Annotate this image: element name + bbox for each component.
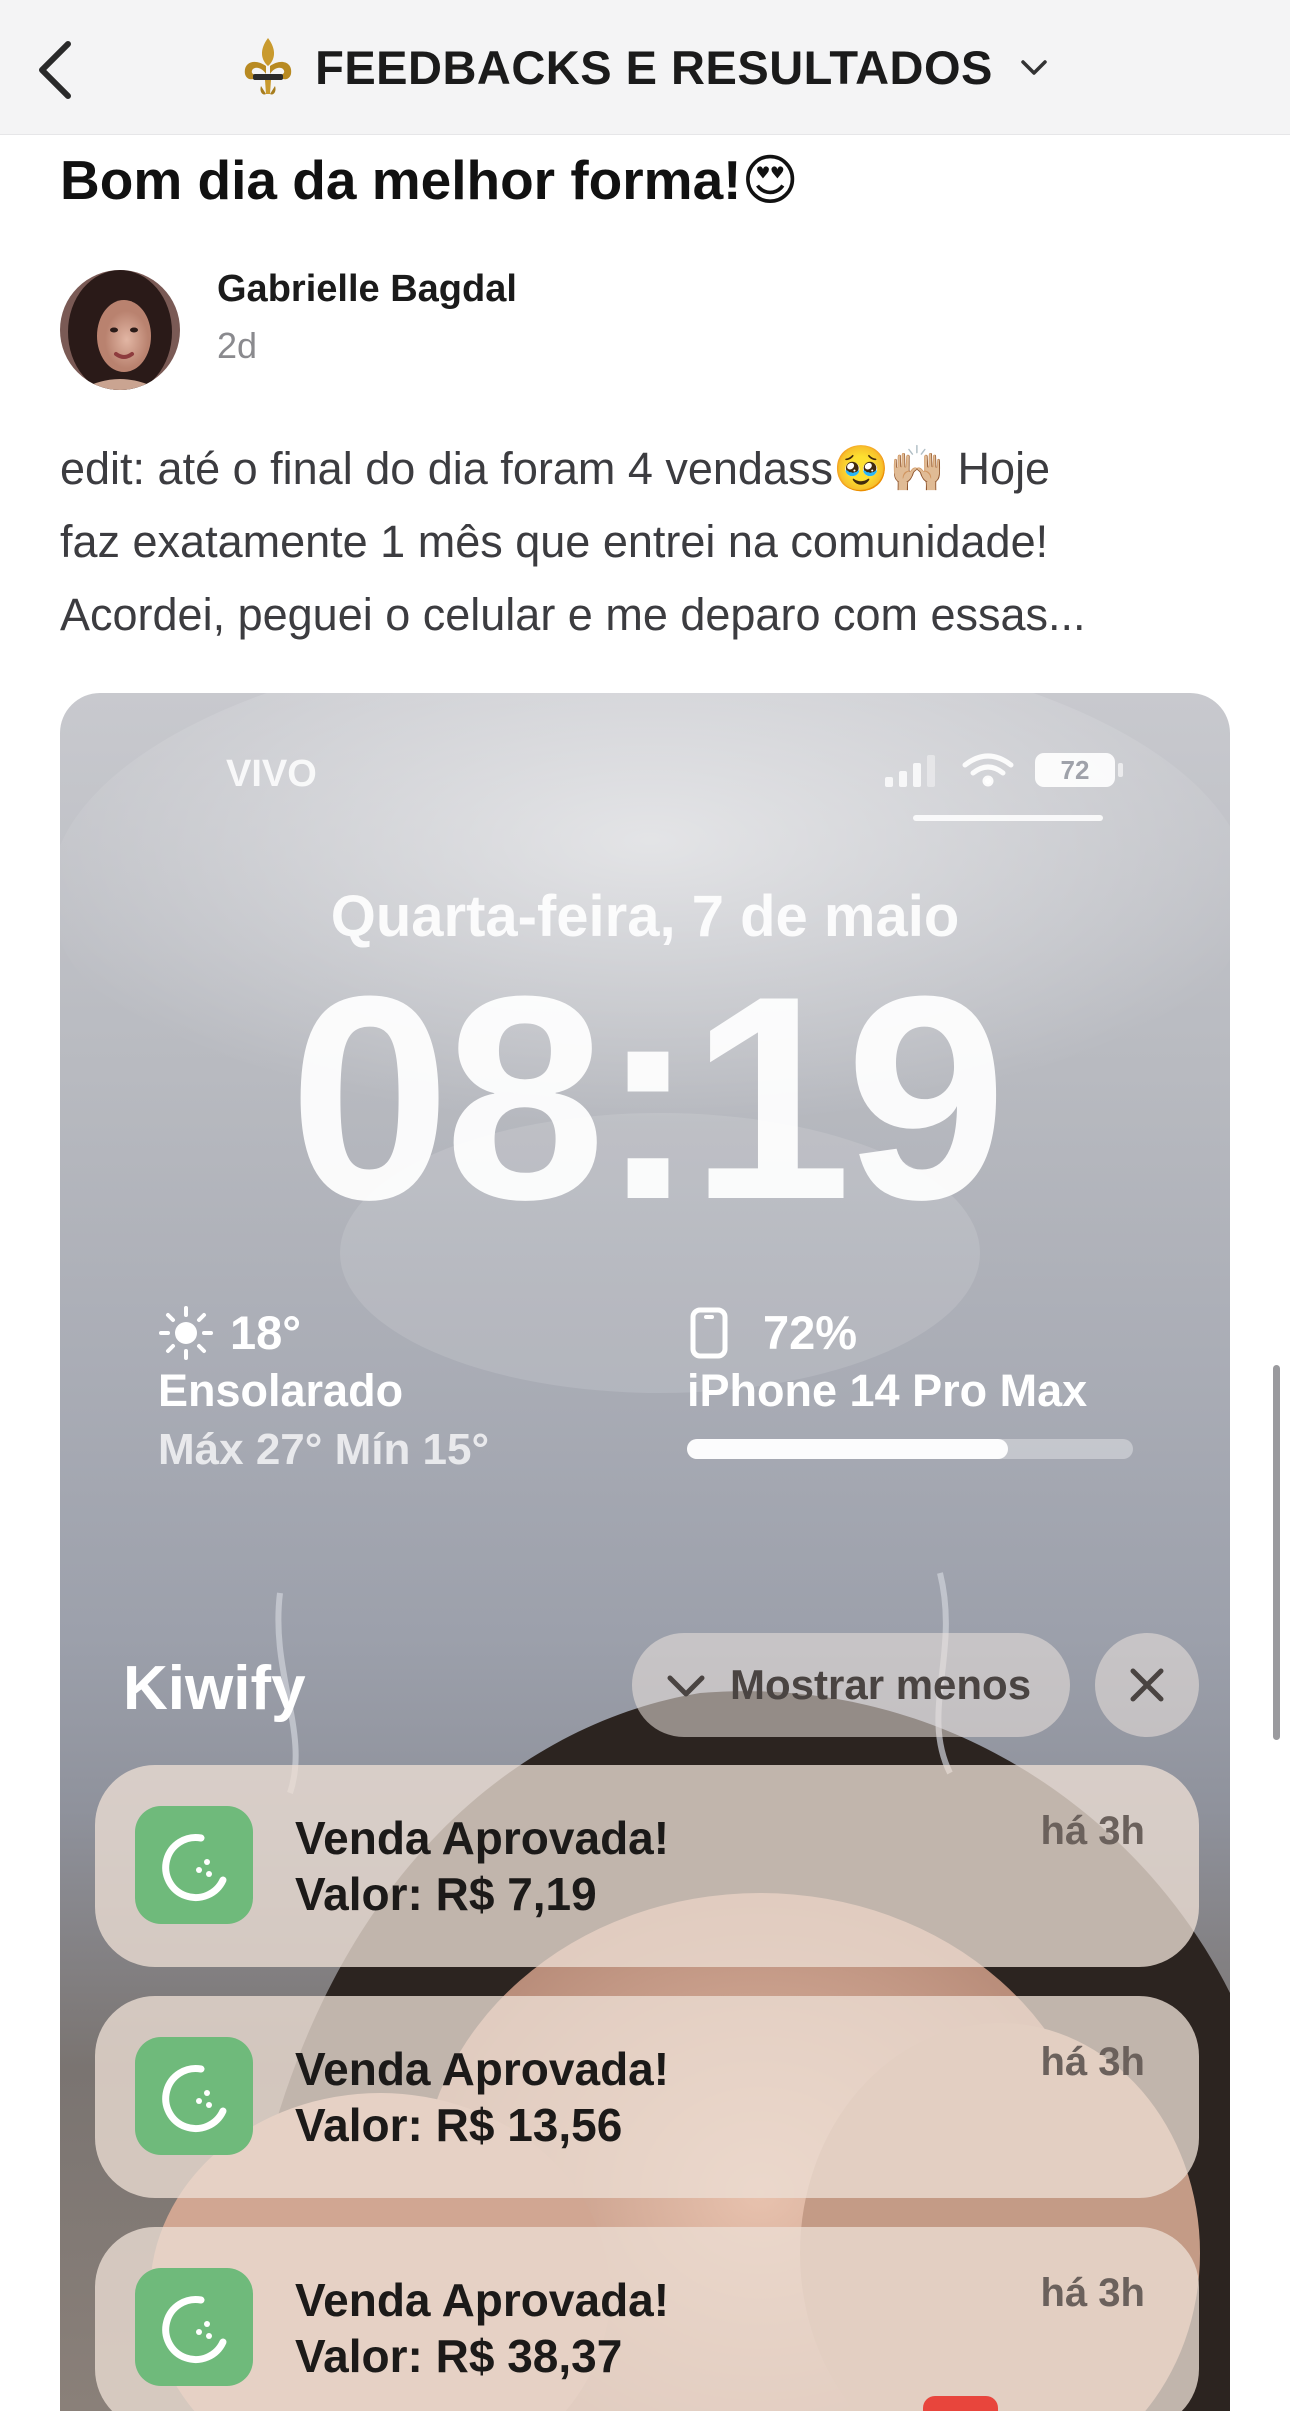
post-image[interactable]: VIVO 72 Quarta-feira, 7 de maio 08:19 18… — [60, 693, 1230, 2411]
kiwify-app-icon — [135, 1806, 253, 1924]
close-icon — [1130, 1668, 1164, 1702]
phone-icon — [690, 1307, 728, 1359]
device-name: iPhone 14 Pro Max — [687, 1365, 1088, 1416]
weather-condition: Ensolarado — [158, 1365, 404, 1416]
chevron-down-icon — [667, 1675, 705, 1697]
chevron-down-icon — [1021, 60, 1047, 75]
notification-title: Venda Aprovada! — [295, 2274, 670, 2326]
notification-value: Valor: R$ 13,56 — [295, 2099, 623, 2151]
signal-icon — [885, 755, 935, 787]
author-name[interactable]: Gabrielle Bagdal — [217, 268, 517, 311]
post-body-line: Acordei, peguei o celular e me deparo co… — [60, 589, 1086, 640]
show-less-label: Mostrar menos — [730, 1661, 1032, 1708]
avatar[interactable] — [60, 270, 180, 390]
avatar-photo — [60, 270, 180, 390]
wifi-icon — [962, 753, 1014, 787]
weather-max-min: Máx 27° Mín 15° — [158, 1425, 490, 1474]
top-nav-bar: FEEDBACKS E RESULTADOS — [0, 0, 1290, 135]
battery-icon: 72 — [1035, 753, 1123, 787]
fleur-de-lis-icon — [244, 38, 292, 95]
battery-level-fill — [687, 1439, 1009, 1459]
notification-card[interactable]: Venda Aprovada! Valor: R$ 38,37 há 3h — [95, 2227, 1199, 2411]
post-body-line: faz exatamente 1 mês que entrei na comun… — [60, 516, 1049, 567]
post-body[interactable]: edit: até o final do dia foram 4 vendass… — [60, 432, 1240, 651]
notification-time: há 3h — [1040, 2271, 1145, 2315]
battery-badge-text: 72 — [1061, 755, 1090, 785]
post-title: Bom dia da melhor forma!😍 — [60, 149, 799, 211]
notification-card[interactable]: Venda Aprovada! Valor: R$ 13,56 há 3h — [95, 1996, 1199, 2198]
notification-value: Valor: R$ 7,19 — [295, 1868, 597, 1920]
weather-temp: 18° — [230, 1306, 302, 1359]
post-time: 2d — [217, 325, 258, 366]
post-body-line: edit: até o final do dia foram 4 vendass… — [60, 443, 1051, 494]
kiwify-app-icon — [135, 2037, 253, 2155]
community-switcher[interactable]: FEEDBACKS E RESULTADOS — [0, 30, 1290, 104]
notification-title: Venda Aprovada! — [295, 1812, 670, 1864]
sun-icon — [159, 1306, 213, 1360]
notification-title: Venda Aprovada! — [295, 2043, 670, 2095]
floating-action-peek[interactable] — [923, 2396, 998, 2411]
lock-clock: 08:19 — [289, 936, 1007, 1260]
notification-group-app: Kiwify — [123, 1654, 306, 1723]
carrier-label: VIVO — [226, 753, 317, 795]
community-title: FEEDBACKS E RESULTADOS — [315, 40, 993, 94]
notification-value: Valor: R$ 38,37 — [295, 2330, 623, 2382]
status-icons: 72 — [885, 753, 1123, 787]
scrollbar[interactable] — [1273, 1365, 1280, 1740]
notification-time: há 3h — [1040, 2040, 1145, 2084]
show-less-button[interactable]: Mostrar menos — [632, 1633, 1070, 1737]
control-center-indicator — [913, 815, 1103, 821]
close-notifications-button[interactable] — [1095, 1633, 1199, 1737]
notification-time: há 3h — [1040, 1809, 1145, 1853]
kiwify-app-icon — [135, 2268, 253, 2386]
notification-card[interactable]: Venda Aprovada! Valor: R$ 7,19 há 3h — [95, 1765, 1199, 1967]
battery-level-bar — [687, 1439, 1133, 1459]
battery-percent: 72% — [763, 1306, 858, 1359]
